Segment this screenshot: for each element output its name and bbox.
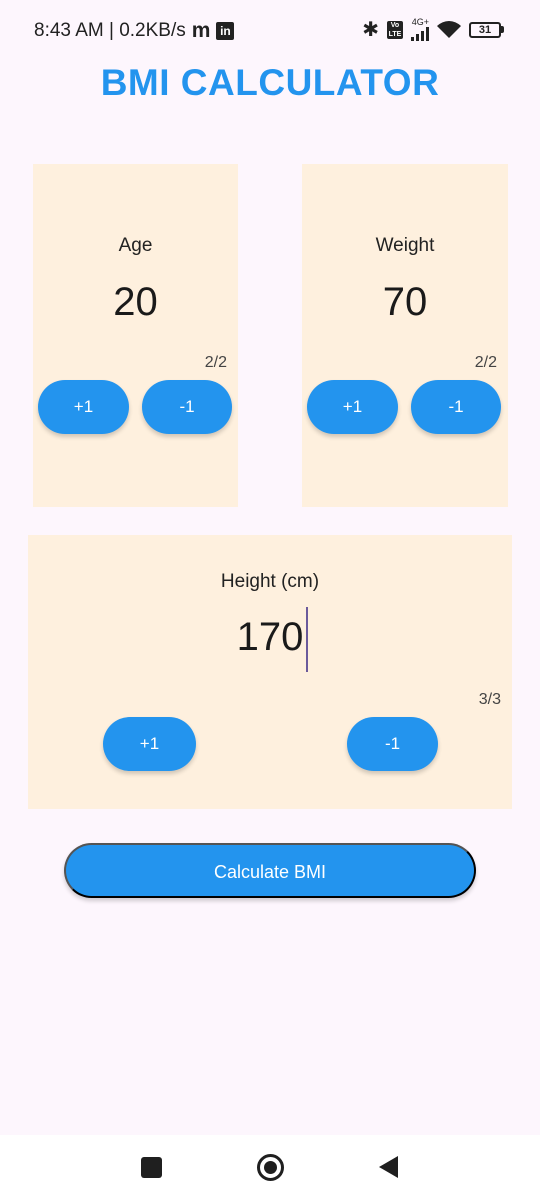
weight-label: Weight	[375, 235, 435, 256]
battery-level: 31	[469, 21, 501, 38]
status-right: ✱ Vo LTE 4G+ 31	[362, 17, 504, 42]
height-char-counter: 3/3	[478, 691, 501, 708]
status-time-speed: 8:43 AM | 0.2KB/s	[34, 20, 186, 41]
linkedin-icon: in	[216, 22, 235, 40]
status-bar: 8:43 AM | 0.2KB/s m in ✱ Vo LTE 4G+ 31	[0, 0, 540, 60]
cellular-signal-icon: 4G+	[411, 18, 429, 41]
calculate-bmi-button[interactable]: Calculate BMI	[64, 843, 476, 898]
wifi-icon	[437, 20, 461, 38]
height-value-field[interactable]: 170	[28, 615, 512, 660]
age-char-counter: 2/2	[204, 354, 227, 371]
page-title: BMI CALCULATOR	[100, 62, 440, 103]
bluetooth-icon: ✱	[362, 19, 379, 41]
signal-bars	[411, 27, 429, 41]
home-icon[interactable]	[257, 1154, 284, 1181]
age-card: Age 20 2/2 +1 -1	[33, 164, 238, 507]
system-nav-bar	[0, 1135, 540, 1200]
height-card: Height (cm) 170 3/3 +1 -1	[28, 535, 512, 809]
weight-increment-button[interactable]: +1	[307, 380, 398, 434]
volte-icon: Vo LTE	[387, 20, 403, 39]
bmi-calculator-screen: 8:43 AM | 0.2KB/s m in ✱ Vo LTE 4G+ 31 BM…	[0, 0, 540, 1200]
carrier-app-icon: m	[191, 19, 211, 42]
network-type-label: 4G+	[411, 17, 429, 27]
text-cursor	[306, 607, 308, 672]
weight-char-counter: 2/2	[474, 354, 497, 371]
weight-decrement-button[interactable]: -1	[411, 380, 501, 434]
recents-icon[interactable]	[141, 1157, 162, 1178]
age-value[interactable]: 20	[33, 280, 238, 325]
age-label: Age	[118, 235, 153, 256]
age-increment-button[interactable]: +1	[38, 380, 129, 434]
back-icon[interactable]	[379, 1156, 398, 1178]
weight-card: Weight 70 2/2 +1 -1	[302, 164, 508, 507]
weight-value[interactable]: 70	[302, 280, 508, 325]
height-decrement-button[interactable]: -1	[347, 717, 438, 771]
status-left: 8:43 AM | 0.2KB/s m in	[34, 19, 235, 43]
battery-icon: 31	[469, 21, 504, 38]
age-decrement-button[interactable]: -1	[142, 380, 232, 434]
height-increment-button[interactable]: +1	[103, 717, 196, 771]
height-label: Height (cm)	[220, 571, 320, 592]
